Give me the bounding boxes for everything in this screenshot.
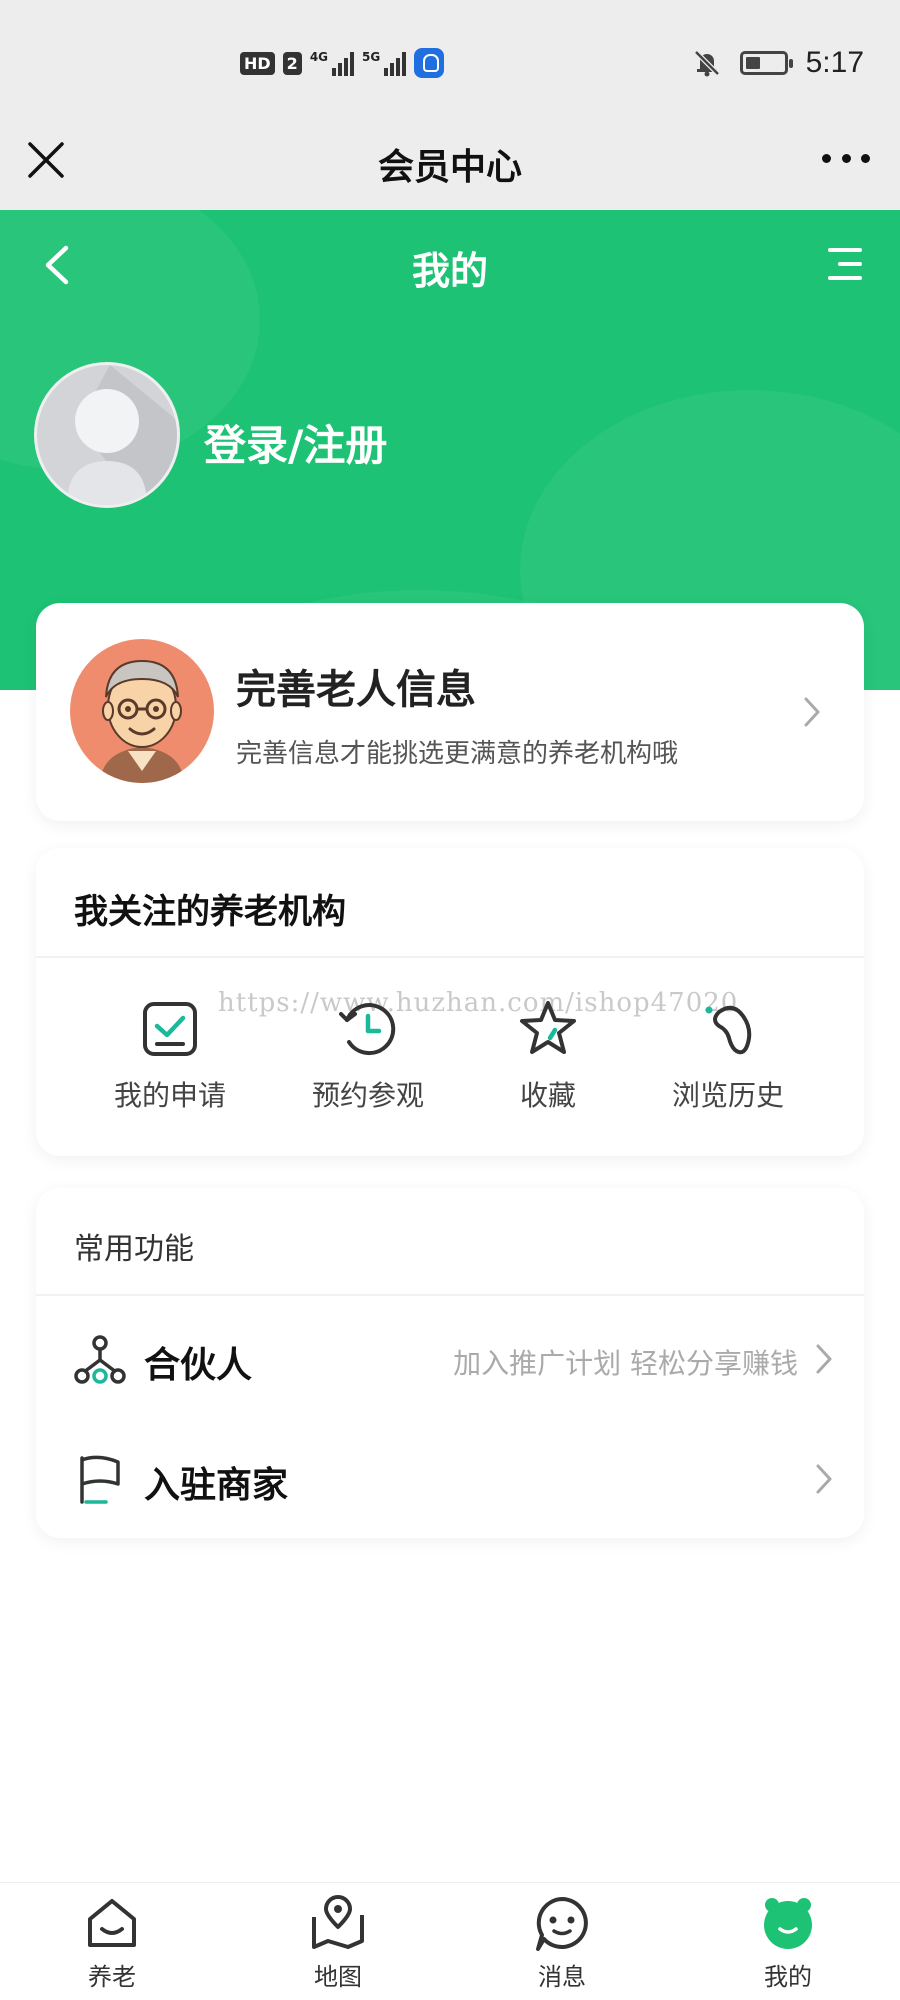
visit-appointment-label: 预约参观 [311, 1079, 424, 1112]
login-register-link[interactable]: 登录/注册 [204, 412, 387, 473]
bottom-tab-bar: 养老 地图 消息 我的 [0, 1882, 900, 2000]
default-avatar-icon [67, 365, 177, 505]
home-icon [88, 1899, 136, 1947]
status-bar: HD 2 4G 5G 5:17 [0, 0, 900, 120]
tab-elderly-care[interactable]: 养老 [52, 1893, 172, 1992]
partner-row[interactable]: 合伙人 加入推广计划 轻松分享赚钱 [36, 1308, 864, 1408]
bulb-icon [414, 48, 445, 78]
page-title: 我的 [411, 249, 488, 293]
message-icon [536, 1897, 588, 1951]
section-title: 我关注的养老机构 [74, 892, 346, 932]
mute-bell-icon [693, 50, 720, 77]
favorites-button[interactable]: 收藏 [468, 998, 628, 1114]
profile-icon [764, 1898, 812, 1949]
elder-info-card[interactable]: 完善老人信息 完善信息才能挑选更满意的养老机构哦 [36, 603, 864, 821]
application-icon [143, 1002, 197, 1056]
title-bar: 会员中心 [0, 120, 900, 210]
tab-mine[interactable]: 我的 [728, 1893, 848, 1992]
signal-icon: 4G [310, 50, 355, 76]
footprint-icon [705, 1005, 752, 1055]
status-right: 5:17 [692, 46, 864, 80]
my-application-label: 我的申请 [113, 1079, 226, 1112]
tab-messages[interactable]: 消息 [502, 1893, 622, 1992]
tab-map[interactable]: 地图 [278, 1893, 398, 1992]
tab-label: 我的 [764, 1963, 812, 1991]
hd-badge: HD [240, 51, 275, 75]
clock: 5:17 [805, 46, 864, 79]
flag-icon [80, 1455, 120, 1504]
avatar[interactable] [34, 362, 180, 508]
signal-icon: 5G [362, 50, 407, 76]
clock-icon [339, 1003, 396, 1056]
star-icon [520, 1001, 576, 1054]
section-title: 常用功能 [74, 1232, 194, 1267]
window-title: 会员中心 [377, 147, 522, 188]
partner-label: 合伙人 [144, 1345, 253, 1386]
divider [36, 1294, 864, 1296]
chevron-right-icon [804, 697, 820, 727]
my-application-button[interactable]: 我的申请 [90, 998, 250, 1114]
elder-portrait-icon [100, 659, 184, 783]
elder-avatar [70, 639, 214, 783]
status-left: HD 2 4G 5G [240, 48, 445, 78]
elder-card-title: 完善老人信息 [236, 667, 476, 713]
followed-institutions-card: 我关注的养老机构 https://www.huzhan.com/ishop470… [36, 848, 864, 1156]
chevron-right-icon [816, 1464, 832, 1494]
merchant-join-row[interactable]: 入驻商家 [36, 1428, 864, 1528]
common-functions-card: 常用功能 合伙人 加入推广计划 轻松分享赚钱 入驻商家 [36, 1188, 864, 1538]
favorites-label: 收藏 [519, 1079, 576, 1112]
tab-label: 消息 [538, 1963, 586, 1991]
visit-appointment-button[interactable]: 预约参观 [288, 998, 448, 1114]
partner-hint: 加入推广计划 轻松分享赚钱 [453, 1347, 798, 1380]
divider [36, 956, 864, 958]
browse-history-button[interactable]: 浏览历史 [648, 998, 808, 1114]
more-icon[interactable] [822, 148, 870, 168]
tab-label: 地图 [314, 1963, 362, 1991]
chevron-right-icon [816, 1344, 832, 1374]
browse-history-label: 浏览历史 [671, 1079, 784, 1112]
map-icon [312, 1895, 364, 1949]
merchant-join-label: 入驻商家 [144, 1465, 289, 1506]
partner-icon [74, 1335, 126, 1384]
tab-label: 养老 [88, 1963, 136, 1991]
battery-icon [739, 51, 793, 75]
menu-icon[interactable] [826, 244, 866, 284]
sim-badge: 2 [282, 51, 302, 75]
elder-card-subtitle: 完善信息才能挑选更满意的养老机构哦 [236, 739, 679, 769]
